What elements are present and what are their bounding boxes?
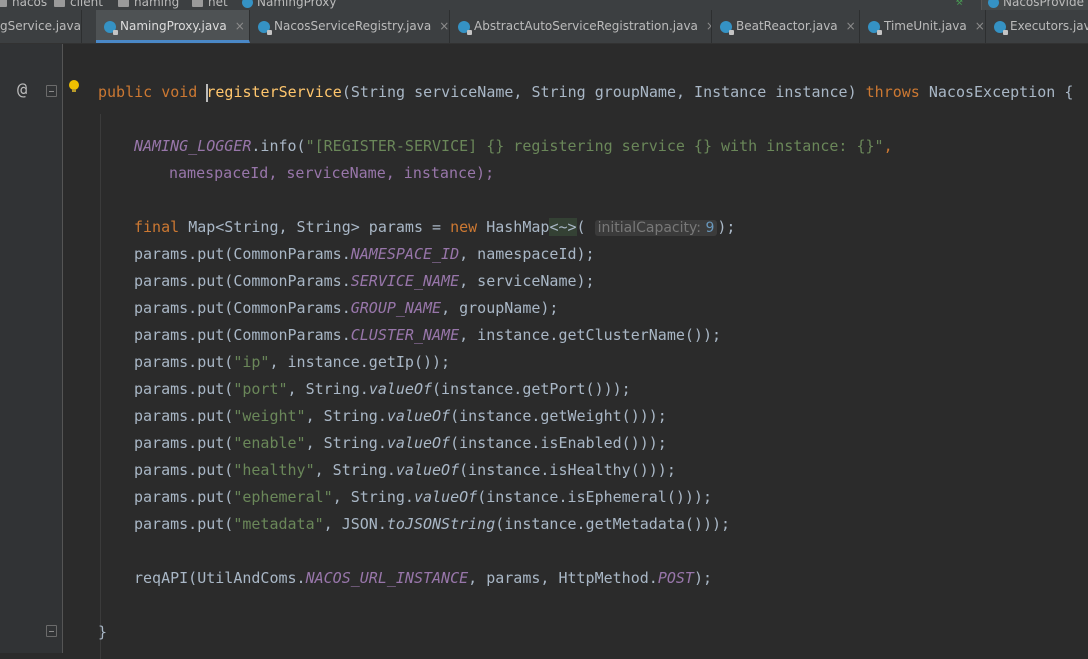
code-line-put-port: params.put("port", String.valueOf(instan… xyxy=(134,380,631,398)
code-line-reqapi: reqAPI(UtilAndComs.NACOS_URL_INSTANCE, p… xyxy=(134,569,712,587)
code-line-put: params.put(CommonParams.GROUP_NAME, grou… xyxy=(134,299,559,317)
breadcrumb: nacos client naming net NamingProxy ⚒ Na… xyxy=(0,0,1088,10)
code-line-put-ephemeral: params.put("ephemeral", String.valueOf(i… xyxy=(134,488,712,506)
folder-icon xyxy=(118,0,129,7)
code-line-put-weight: params.put("weight", String.valueOf(inst… xyxy=(134,407,667,425)
build-hammer-icon[interactable]: ⚒ xyxy=(956,0,968,8)
code-line-signature: public void registerService(String servi… xyxy=(98,83,1074,102)
indent-guide xyxy=(100,114,101,659)
class-icon xyxy=(458,20,472,35)
code-line-log-args: namespaceId, serviceName, instance); xyxy=(169,164,495,182)
code-line-map: final Map<String, String> params = new H… xyxy=(134,218,736,236)
run-config-selector[interactable]: NacosProvide xyxy=(981,0,1088,10)
code-line-put: params.put(CommonParams.SERVICE_NAME, se… xyxy=(134,272,595,290)
folder-icon xyxy=(0,0,7,7)
class-icon xyxy=(994,20,1008,35)
code-line-put-metadata: params.put("metadata", JSON.toJSONString… xyxy=(134,515,731,533)
folder-icon xyxy=(54,0,65,7)
close-icon[interactable]: × xyxy=(846,19,856,33)
class-icon xyxy=(258,20,272,35)
code-line-close-brace: } xyxy=(98,623,108,641)
breadcrumb-item-namingproxy[interactable]: NamingProxy xyxy=(242,0,336,10)
breadcrumb-item-naming[interactable]: naming xyxy=(118,0,179,10)
code-editor[interactable]: public void registerService(String servi… xyxy=(62,44,1088,659)
code-line-put: params.put(CommonParams.NAMESPACE_ID, na… xyxy=(134,245,595,263)
close-icon[interactable]: × xyxy=(235,19,245,33)
class-icon xyxy=(104,20,118,35)
override-at-icon[interactable]: @ xyxy=(17,80,27,100)
code-line-put-ip: params.put("ip", instance.getIp()); xyxy=(134,353,451,371)
code-line-log: NAMING_LOGGER.info("[REGISTER-SERVICE] {… xyxy=(134,137,893,155)
editor-gutter[interactable] xyxy=(0,44,63,653)
code-line-put-enable: params.put("enable", String.valueOf(inst… xyxy=(134,434,667,452)
class-icon xyxy=(242,0,253,8)
parameter-hint: initialCapacity: 9 xyxy=(594,220,718,236)
tab-registerservice[interactable]: gService.java xyxy=(0,10,82,43)
class-icon xyxy=(988,0,999,8)
class-icon xyxy=(868,20,882,35)
tab-beatreactor[interactable]: BeatReactor.java × xyxy=(712,10,860,43)
breadcrumb-item-net[interactable]: net xyxy=(192,0,228,10)
close-icon[interactable]: × xyxy=(439,19,449,33)
fold-icon[interactable] xyxy=(46,625,57,637)
tab-executors[interactable]: Executors.jav xyxy=(986,10,1088,43)
breadcrumb-item-client[interactable]: client xyxy=(54,0,103,10)
tab-timeunit[interactable]: TimeUnit.java × xyxy=(860,10,986,43)
code-line-put: params.put(CommonParams.CLUSTER_NAME, in… xyxy=(134,326,722,344)
tab-abstractautoserviceregistration[interactable]: AbstractAutoServiceRegistration.java× xyxy=(450,10,712,43)
tab-nacosserviceregistry[interactable]: NacosServiceRegistry.java × xyxy=(250,10,450,43)
code-line-put-healthy: params.put("healthy", String.valueOf(ins… xyxy=(134,461,676,479)
tab-namingproxy[interactable]: NamingProxy.java × xyxy=(96,10,250,43)
close-icon[interactable]: × xyxy=(975,19,985,33)
breadcrumb-item-nacos[interactable]: nacos xyxy=(0,0,47,10)
folder-icon xyxy=(192,0,203,7)
fold-icon[interactable] xyxy=(46,85,57,97)
class-icon xyxy=(720,20,734,35)
editor-tabs: gService.java NamingProxy.java × NacosSer… xyxy=(0,10,1088,44)
